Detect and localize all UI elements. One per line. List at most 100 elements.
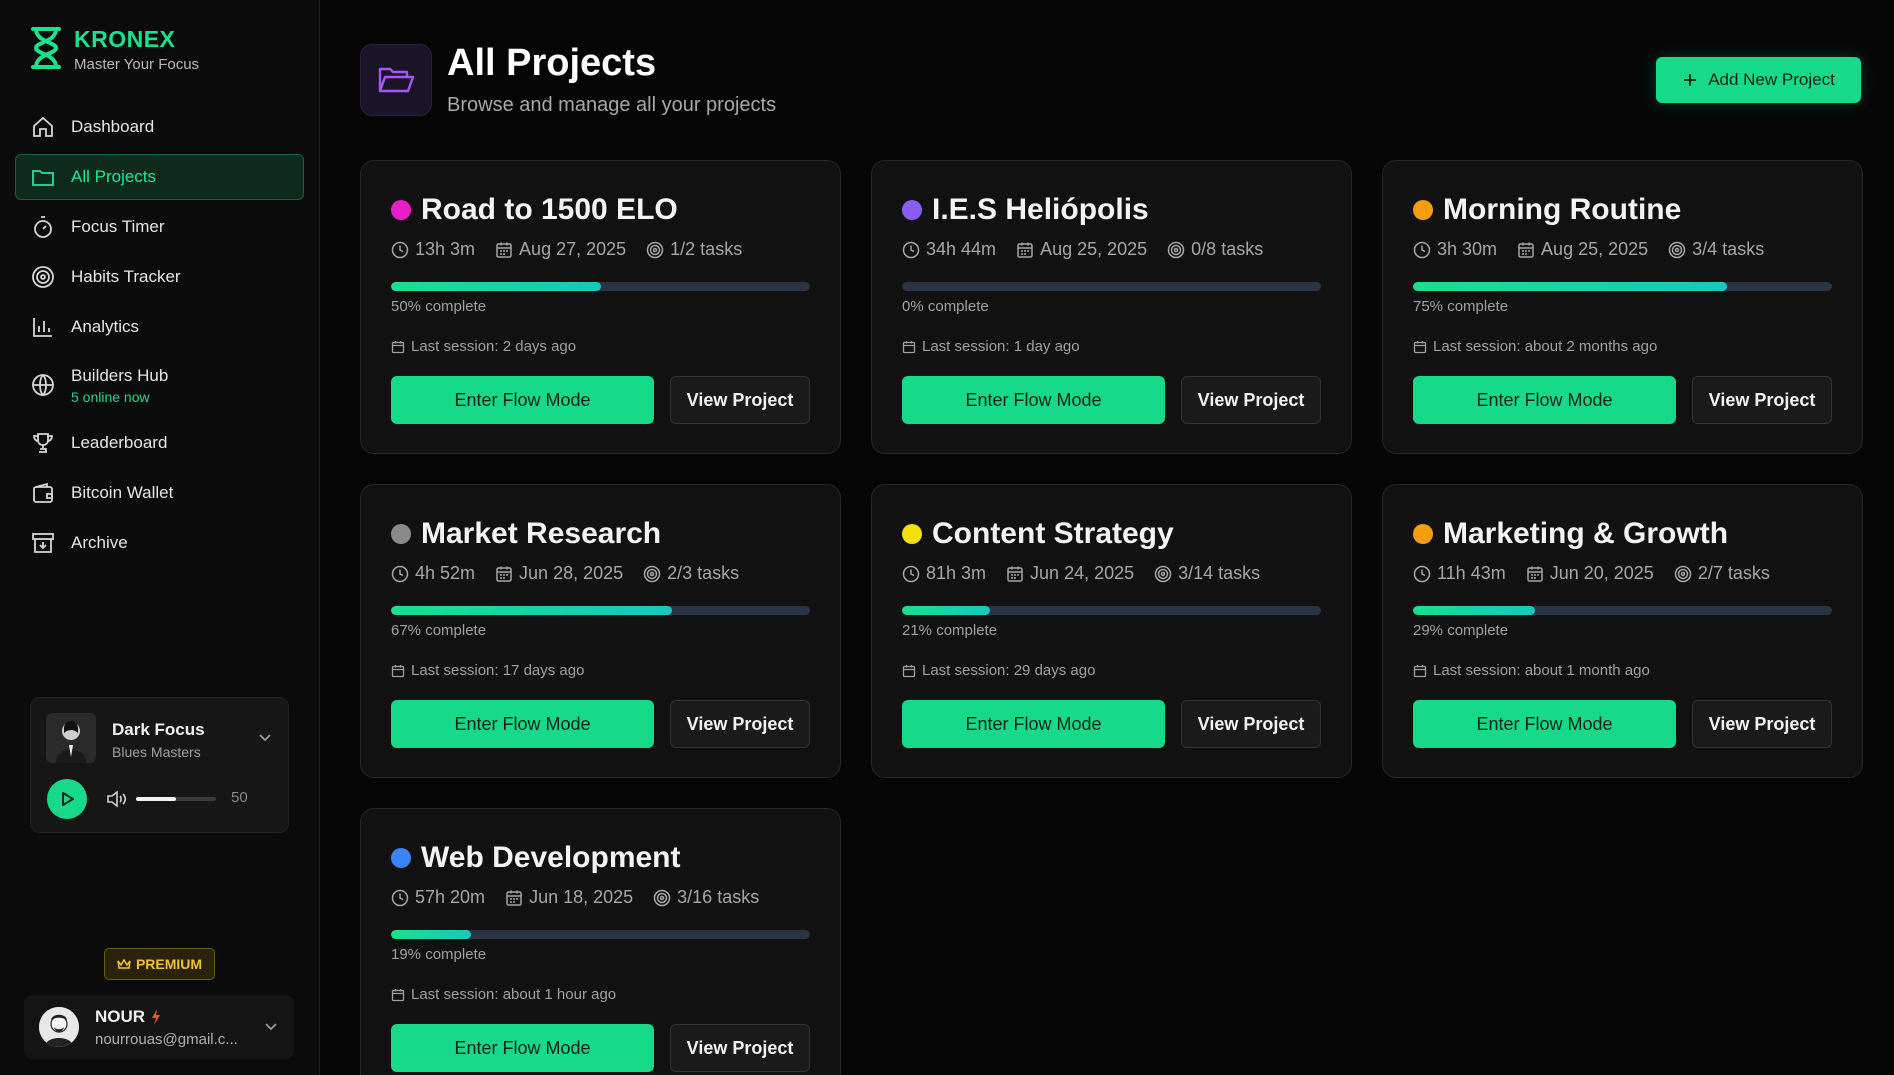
project-tasks: 3/14 tasks — [1154, 563, 1260, 584]
sidebar-nav: Dashboard All Projects Focus Timer Habit… — [15, 104, 304, 570]
progress-bar-fill — [391, 606, 672, 615]
progress-label: 19% complete — [391, 946, 487, 963]
enter-flow-mode-button[interactable]: Enter Flow Mode — [902, 376, 1165, 424]
target-icon — [1154, 565, 1172, 582]
enter-flow-mode-button[interactable]: Enter Flow Mode — [391, 376, 654, 424]
progress-label: 0% complete — [902, 298, 989, 315]
plus-icon — [1684, 74, 1697, 86]
project-tasks: 3/16 tasks — [653, 887, 759, 908]
clock-icon — [1413, 565, 1431, 582]
calendar-icon — [506, 890, 522, 906]
sidebar-item-analytics[interactable]: Analytics — [15, 304, 304, 350]
project-date-value: Aug 27, 2025 — [519, 239, 627, 259]
enter-flow-mode-button[interactable]: Enter Flow Mode — [391, 700, 654, 748]
view-project-button[interactable]: View Project — [1692, 700, 1832, 748]
page-subtitle: Browse and manage all your projects — [447, 94, 777, 116]
target-icon — [1668, 241, 1686, 258]
progress-bar — [1413, 282, 1832, 291]
project-color-dot — [391, 524, 411, 544]
calendar-icon — [391, 664, 405, 677]
sidebar-item-label: Bitcoin Wallet — [71, 483, 174, 502]
user-name: NOUR — [95, 1007, 162, 1027]
sidebar-item-dashboard[interactable]: Dashboard — [15, 104, 304, 150]
clock-icon — [902, 241, 920, 258]
globe-icon — [32, 374, 54, 397]
project-tasks: 2/7 tasks — [1674, 563, 1770, 584]
volume-icon[interactable] — [106, 789, 128, 809]
album-art — [46, 713, 96, 763]
enter-flow-mode-button[interactable]: Enter Flow Mode — [1413, 700, 1676, 748]
chevron-down-icon[interactable] — [264, 1019, 278, 1033]
avatar — [39, 1007, 79, 1047]
project-time-value: 57h 20m — [415, 887, 486, 907]
target-icon — [1674, 565, 1692, 582]
project-date: Jun 24, 2025 — [1006, 563, 1134, 584]
progress-bar-fill — [1413, 606, 1535, 615]
lightning-icon — [152, 1009, 161, 1025]
add-new-project-button[interactable]: Add New Project — [1656, 57, 1861, 103]
stopwatch-icon — [34, 216, 52, 238]
sidebar-item-focus-timer[interactable]: Focus Timer — [15, 204, 304, 250]
project-date-value: Jun 24, 2025 — [1030, 563, 1135, 583]
enter-flow-mode-button[interactable]: Enter Flow Mode — [1413, 376, 1676, 424]
project-date-value: Jun 20, 2025 — [1549, 563, 1654, 583]
project-date-value: Jun 18, 2025 — [529, 887, 634, 907]
last-session: Last session: 29 days ago — [902, 662, 1095, 679]
project-title-row: Morning Routine — [1413, 193, 1681, 227]
view-project-button[interactable]: View Project — [1181, 700, 1321, 748]
view-project-button[interactable]: View Project — [670, 1024, 810, 1072]
enter-flow-mode-button[interactable]: Enter Flow Mode — [391, 1024, 654, 1072]
online-count: 5 online now — [71, 388, 150, 405]
project-time-value: 3h 30m — [1437, 239, 1498, 259]
sidebar-item-habits-tracker[interactable]: Habits Tracker — [15, 254, 304, 300]
project-tasks: 1/2 tasks — [646, 239, 742, 260]
chevron-down-icon[interactable] — [258, 730, 272, 744]
brand[interactable]: KRONEX Master Your Focus — [30, 26, 199, 73]
progress-label: 50% complete — [391, 298, 487, 315]
project-time-value: 4h 52m — [415, 563, 476, 583]
project-time: 3h 30m — [1413, 239, 1497, 260]
project-title-row: Content Strategy — [902, 517, 1174, 551]
volume-slider-fill — [136, 797, 176, 801]
calendar-icon — [902, 340, 916, 353]
project-meta: 34h 44m Aug 25, 2025 0/8 tasks — [902, 239, 1283, 260]
project-date: Aug 25, 2025 — [1016, 239, 1147, 260]
project-color-dot — [1413, 200, 1433, 220]
project-date-value: Aug 25, 2025 — [1541, 239, 1649, 259]
project-title-row: Road to 1500 ELO — [391, 193, 678, 227]
bar-chart-icon — [33, 318, 52, 337]
play-button[interactable] — [47, 779, 87, 819]
sidebar-item-builders-hub[interactable]: Builders Hub 5 online now — [15, 354, 304, 416]
view-project-button[interactable]: View Project — [670, 700, 810, 748]
user-profile[interactable]: NOUR nourrouas@gmail.c... — [24, 995, 294, 1059]
last-session-text: Last session: 1 day ago — [922, 338, 1080, 355]
progress-bar — [391, 930, 810, 939]
clock-icon — [902, 565, 920, 582]
view-project-button[interactable]: View Project — [1692, 376, 1832, 424]
project-meta: 57h 20m Jun 18, 2025 3/16 tasks — [391, 887, 779, 908]
project-meta: 81h 3m Jun 24, 2025 3/14 tasks — [902, 563, 1280, 584]
track-artist: Blues Masters — [112, 744, 201, 760]
premium-badge[interactable]: PREMIUM — [104, 948, 215, 980]
calendar-icon — [391, 988, 405, 1001]
project-date-value: Aug 25, 2025 — [1040, 239, 1148, 259]
calendar-icon — [1413, 664, 1427, 677]
view-project-button[interactable]: View Project — [670, 376, 810, 424]
enter-flow-mode-button[interactable]: Enter Flow Mode — [902, 700, 1165, 748]
project-card: Marketing & Growth 11h 43m Jun 20, 2025 … — [1382, 484, 1863, 778]
project-time: 11h 43m — [1413, 563, 1506, 584]
project-time: 4h 52m — [391, 563, 475, 584]
last-session-text: Last session: about 1 month ago — [1433, 662, 1650, 679]
premium-label: PREMIUM — [135, 956, 203, 972]
project-title-row: Market Research — [391, 517, 661, 551]
sidebar-item-leaderboard[interactable]: Leaderboard — [15, 420, 304, 466]
project-card: I.E.S Heliópolis 34h 44m Aug 25, 2025 0/… — [871, 160, 1352, 454]
volume-slider[interactable] — [136, 797, 216, 801]
project-meta: 13h 3m Aug 27, 2025 1/2 tasks — [391, 239, 762, 260]
sidebar-item-archive[interactable]: Archive — [15, 520, 304, 566]
sidebar-item-all-projects[interactable]: All Projects — [15, 154, 304, 200]
sidebar-item-bitcoin-wallet[interactable]: Bitcoin Wallet — [15, 470, 304, 516]
view-project-button[interactable]: View Project — [1181, 376, 1321, 424]
project-title-row: Marketing & Growth — [1413, 517, 1728, 551]
sidebar-item-label: Analytics — [71, 317, 140, 336]
